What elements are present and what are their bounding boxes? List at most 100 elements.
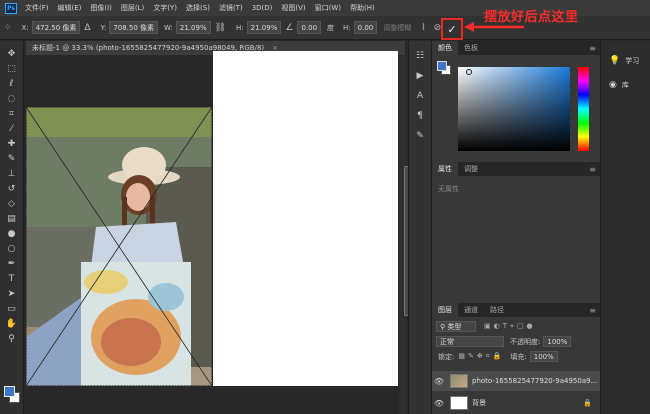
reference-point-icon[interactable]: ⁘ (4, 23, 12, 33)
vertical-scrollbar[interactable] (399, 56, 410, 414)
layer-filter-value: 类型 (447, 322, 462, 331)
gradient-tool-icon[interactable]: ▤ (4, 212, 20, 225)
paragraph-panel-icon[interactable]: ¶ (417, 111, 423, 123)
menu-type[interactable]: 文字(Y) (153, 3, 177, 13)
menu-window[interactable]: 窗口(W) (315, 3, 341, 13)
history-panel-icon[interactable]: ☷ (416, 51, 424, 63)
actions-panel-icon[interactable]: ▶ (417, 71, 424, 83)
rotate-icon: ∠ (285, 22, 294, 33)
annotation-text: 摆放好后点这里 (484, 10, 579, 25)
x-input[interactable]: 472.50 像素 (31, 21, 81, 34)
w-label: W: (164, 23, 173, 32)
lock-icons[interactable]: ▦✎✥⌗🔒 (458, 352, 504, 361)
fill-label: 填充: (510, 352, 527, 361)
angle-input[interactable]: 0.00 (297, 21, 322, 34)
delta-icon[interactable]: Δ (84, 23, 90, 33)
opacity-label: 不透明度: (510, 337, 541, 346)
panel-menu-icon[interactable]: ≡ (589, 165, 596, 174)
history-brush-tool-icon[interactable]: ↺ (4, 182, 20, 195)
tab-channels[interactable]: 通道 (458, 303, 484, 317)
fill-input[interactable]: 100% (529, 351, 558, 362)
color-picker-marker[interactable] (466, 69, 472, 75)
layer-filter-icons[interactable]: ▣◐T⌖▢● (484, 322, 536, 331)
lock-icon: 🔒 (583, 399, 592, 407)
dodge-tool-icon[interactable]: ○ (4, 242, 20, 255)
h-label: H: (236, 23, 244, 32)
eye-icon[interactable]: 👁 (432, 377, 446, 386)
marquee-tool-icon[interactable]: ⬚ (4, 62, 20, 75)
h-input[interactable]: 21.09% (246, 21, 282, 34)
document-canvas[interactable] (213, 51, 398, 386)
angle-unit: 度 (327, 23, 335, 32)
placed-photo-layer[interactable] (26, 107, 212, 386)
eye-icon[interactable]: 👁 (432, 399, 446, 408)
warp-input[interactable]: 0.00 (353, 21, 378, 34)
libraries-icon: ◉ (609, 80, 617, 90)
layers-panel-tabs: 图层 通道 路径 ≡ (432, 303, 600, 317)
learn-panel-button[interactable]: 💡 学习 (601, 51, 650, 71)
crop-tool-icon[interactable]: ⌗ (4, 107, 20, 120)
healing-brush-tool-icon[interactable]: ✚ (4, 137, 20, 150)
layer-row-photo[interactable]: 👁 photo-1655825477920-9a4950a9... (432, 371, 600, 391)
type-tool-icon[interactable]: T (4, 272, 20, 285)
deform-label: 调整模糊 (383, 23, 412, 32)
menu-file[interactable]: 文件(F) (25, 3, 49, 13)
menu-help[interactable]: 帮助(H) (350, 3, 375, 13)
blend-mode-select[interactable]: 正常 (436, 336, 504, 347)
tab-color[interactable]: 颜色 (432, 41, 458, 55)
brush-tool-icon[interactable]: ✎ (4, 152, 20, 165)
menu-filter[interactable]: 滤镜(T) (219, 3, 243, 13)
panel-foreground-swatch[interactable] (437, 61, 447, 71)
link-icon[interactable]: ⛓ (215, 23, 226, 33)
right-icon-strip: 💡 学习 ◉ 库 (600, 41, 650, 414)
rectangle-tool-icon[interactable]: ▭ (4, 302, 20, 315)
blend-row: 正常 不透明度: 100% (432, 336, 600, 347)
layer-thumbnail (450, 374, 468, 388)
no-properties-text: 无属性 (438, 185, 459, 193)
tab-layers[interactable]: 图层 (432, 303, 458, 317)
tab-properties[interactable]: 属性 (432, 162, 458, 176)
properties-panel-tabs: 属性 调整 ≡ (432, 162, 600, 176)
menu-layer[interactable]: 图层(L) (121, 3, 144, 13)
brush-settings-icon[interactable]: ✎ (416, 131, 424, 143)
blur-tool-icon[interactable]: ● (4, 227, 20, 240)
y-input[interactable]: 708.50 像素 (109, 21, 159, 34)
path-select-tool-icon[interactable]: ➤ (4, 287, 20, 300)
color-picker-field[interactable] (458, 67, 570, 151)
opacity-input[interactable]: 100% (543, 336, 572, 347)
warp-mode-icon[interactable]: ⌇ (421, 23, 425, 33)
character-panel-icon[interactable]: A (417, 91, 423, 103)
tab-paths[interactable]: 路径 (484, 303, 510, 317)
commit-transform-button[interactable]: ✓ (441, 18, 463, 40)
foreground-color-swatch[interactable] (4, 386, 15, 397)
eyedropper-tool-icon[interactable]: ⁄ (4, 122, 20, 135)
menu-3d[interactable]: 3D(D) (252, 4, 273, 12)
lock-label: 锁定: (438, 352, 455, 361)
quick-select-tool-icon[interactable]: ◌ (4, 92, 20, 105)
menu-view[interactable]: 视图(V) (281, 3, 305, 13)
panel-menu-icon[interactable]: ≡ (589, 306, 596, 315)
x-label: X: (21, 23, 29, 32)
tools-panel: ✥ ⬚ ℓ ◌ ⌗ ⁄ ✚ ✎ ⊥ ↺ ◇ ▤ ● ○ ✒ T ➤ ▭ ✋ ⚲ (0, 41, 24, 414)
tab-swatches[interactable]: 色板 (458, 41, 484, 55)
eraser-tool-icon[interactable]: ◇ (4, 197, 20, 210)
menu-image[interactable]: 图像(I) (90, 3, 112, 13)
menu-select[interactable]: 选择(S) (186, 3, 210, 13)
hand-tool-icon[interactable]: ✋ (4, 317, 20, 330)
tab-adjustments[interactable]: 调整 (458, 162, 484, 176)
y-label: Y: (100, 23, 107, 32)
clone-stamp-tool-icon[interactable]: ⊥ (4, 167, 20, 180)
panel-menu-icon[interactable]: ≡ (589, 44, 596, 53)
learn-label: 学习 (625, 57, 640, 65)
w-input[interactable]: 21.09% (175, 21, 211, 34)
lasso-tool-icon[interactable]: ℓ (4, 77, 20, 90)
search-icon: ⚲ (440, 322, 448, 331)
hue-slider[interactable] (578, 67, 589, 151)
move-tool-icon[interactable]: ✥ (4, 47, 20, 60)
zoom-tool-icon[interactable]: ⚲ (4, 332, 20, 345)
layer-row-background[interactable]: 👁 背景 🔒 (432, 393, 600, 413)
layer-filter-select[interactable]: ⚲ 类型 (436, 321, 476, 332)
menu-edit[interactable]: 编辑(E) (58, 3, 82, 13)
pen-tool-icon[interactable]: ✒ (4, 257, 20, 270)
libraries-panel-button[interactable]: ◉ 库 (601, 75, 650, 95)
